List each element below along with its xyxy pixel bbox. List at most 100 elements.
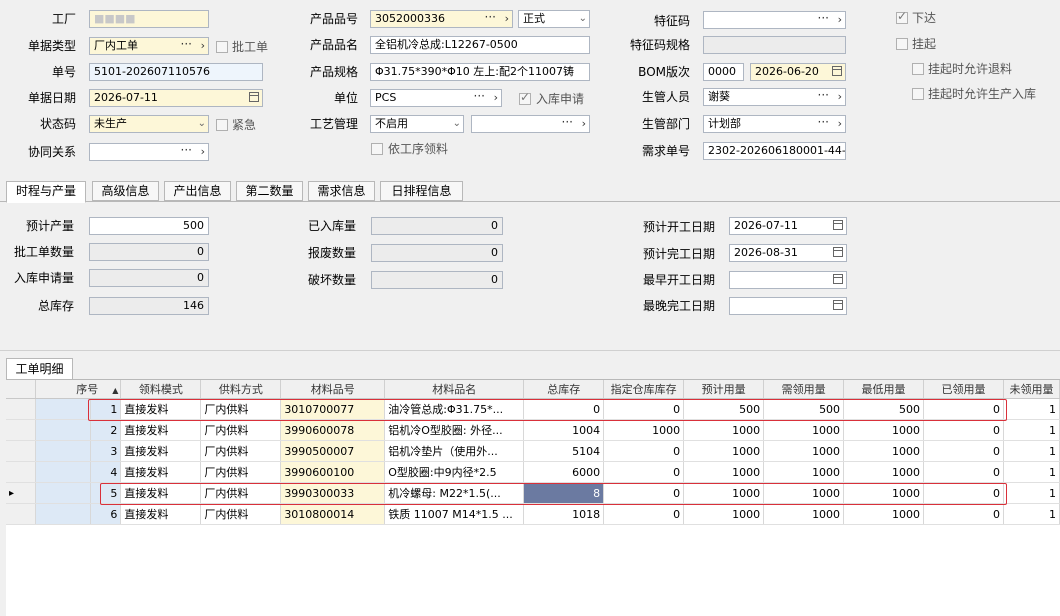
grid-cell[interactable]: 1: [1003, 419, 1060, 441]
calendar-icon[interactable]: [833, 220, 843, 230]
urgent-checkbox[interactable]: [216, 119, 228, 131]
bom-version-field[interactable]: 0000: [703, 63, 744, 81]
doc-no-field[interactable]: 5101-202607110576: [89, 63, 263, 81]
row-indicator[interactable]: [6, 503, 37, 525]
grid-cell[interactable]: 直接发料: [120, 440, 202, 462]
grid-cell[interactable]: 1000: [683, 419, 765, 441]
bom-date-field[interactable]: 2026-06-20: [750, 63, 846, 81]
grid-cell[interactable]: 直接发料: [120, 461, 202, 483]
grid-cell[interactable]: 3990600100: [280, 461, 386, 483]
process-select[interactable]: 不启用 ⌄: [370, 115, 464, 133]
factory-field[interactable]: ■■■■: [89, 10, 209, 28]
grid-cell[interactable]: 铝机冷垫片（使用外...: [384, 440, 525, 462]
suspend-inbound-checkbox[interactable]: [912, 88, 924, 100]
grid-cell[interactable]: 1000: [603, 419, 685, 441]
more-icon[interactable]: ···: [474, 90, 485, 104]
more-icon[interactable]: ···: [181, 144, 192, 158]
grid-cell[interactable]: 厂内供料: [200, 503, 282, 525]
tab-timing[interactable]: 时程与产量: [6, 181, 86, 203]
col-header-pick-mode[interactable]: 领料模式: [120, 380, 202, 399]
earliest-start-field[interactable]: [729, 271, 847, 289]
doc-type-field[interactable]: 厂内工单 ··· ›: [89, 37, 209, 55]
product-no-field[interactable]: 3052000336 ··· ›: [370, 10, 513, 28]
tab-output[interactable]: 产出信息: [164, 181, 231, 201]
product-name-field[interactable]: 全铝机冷总成:L12267-0500: [370, 36, 590, 54]
row-indicator[interactable]: [6, 461, 37, 483]
grid-cell[interactable]: 1: [1003, 503, 1060, 525]
grid-cell[interactable]: 1: [1003, 461, 1060, 483]
grid-cell[interactable]: 1000: [843, 503, 925, 525]
grid-cell[interactable]: 4: [90, 461, 122, 483]
row-indicator[interactable]: [6, 440, 37, 462]
col-header-planned[interactable]: 预计用量: [683, 380, 765, 399]
grid-cell[interactable]: O型胶圈:中9内径*2.5: [384, 461, 525, 483]
grid-cell[interactable]: 1000: [763, 419, 845, 441]
grid-cell[interactable]: 0: [923, 461, 1004, 483]
grid-cell[interactable]: 1: [1003, 440, 1060, 462]
grid-cell[interactable]: 0: [923, 503, 1004, 525]
plan-start-field[interactable]: 2026-07-11: [729, 217, 847, 235]
latest-end-field[interactable]: [729, 297, 847, 315]
doc-date-field[interactable]: 2026-07-11: [89, 89, 263, 107]
grid-cell[interactable]: 厂内供料: [200, 461, 282, 483]
plan-end-field[interactable]: 2026-08-31: [729, 244, 847, 262]
grid-cell[interactable]: 1004: [523, 419, 605, 441]
grid-cell[interactable]: 0: [923, 440, 1004, 462]
row-indicator[interactable]: [6, 419, 37, 441]
grid-cell[interactable]: 1000: [683, 440, 765, 462]
unit-field[interactable]: PCS ··· ›: [370, 89, 502, 107]
tab-second-qty[interactable]: 第二数量: [236, 181, 303, 201]
col-header-supply[interactable]: 供料方式: [200, 380, 282, 399]
more-icon[interactable]: ···: [818, 89, 829, 103]
feature-code-field[interactable]: ··· ›: [703, 11, 846, 29]
grid-cell[interactable]: 3010800014: [280, 503, 386, 525]
calendar-icon[interactable]: [832, 66, 842, 76]
chevron-right-icon[interactable]: ›: [201, 38, 205, 54]
more-icon[interactable]: ···: [818, 12, 829, 26]
process-route-field[interactable]: ··· ›: [471, 115, 590, 133]
grid-cell[interactable]: 1: [1003, 398, 1060, 420]
grid-cell[interactable]: 1000: [683, 503, 765, 525]
dept-field[interactable]: 计划部 ··· ›: [703, 115, 846, 133]
grid-cell[interactable]: 2: [90, 419, 122, 441]
col-header-mat-no[interactable]: 材料品号: [280, 380, 386, 399]
grid-cell[interactable]: 1018: [523, 503, 605, 525]
col-header-unissued[interactable]: 未领用量: [1003, 380, 1060, 399]
grid-cell[interactable]: 6000: [523, 461, 605, 483]
grid-cell[interactable]: 5104: [523, 440, 605, 462]
chevron-right-icon[interactable]: ›: [201, 144, 205, 160]
row-indicator[interactable]: [6, 398, 37, 420]
grid-cell[interactable]: 3: [90, 440, 122, 462]
grid-cell[interactable]: 1000: [843, 419, 925, 441]
suspend-checkbox[interactable]: [896, 38, 908, 50]
manager-field[interactable]: 谢葵 ··· ›: [703, 88, 846, 106]
tab-detail[interactable]: 工单明细: [6, 358, 73, 380]
calendar-icon[interactable]: [833, 274, 843, 284]
col-header-mat-name[interactable]: 材料品名: [384, 380, 525, 399]
col-header-required[interactable]: 需领用量: [763, 380, 845, 399]
product-spec-field[interactable]: Φ31.75*390*Φ10 左上:配2个11007铸: [370, 63, 590, 81]
table-row[interactable]: 4 直接发料 厂内供料 3990600100 O型胶圈:中9内径*2.5 6000 0 100…: [6, 461, 1060, 483]
chevron-right-icon[interactable]: ›: [838, 89, 842, 105]
inbound-request-checkbox[interactable]: [519, 90, 531, 105]
suspend-return-checkbox[interactable]: [912, 63, 924, 75]
planned-qty-field[interactable]: 500: [89, 217, 209, 235]
batch-checkbox[interactable]: [216, 41, 228, 53]
calendar-icon[interactable]: [249, 92, 259, 102]
grid-cell[interactable]: 1000: [843, 440, 925, 462]
sort-asc-icon[interactable]: ▲: [112, 386, 118, 395]
grid-cell[interactable]: 直接发料: [120, 503, 202, 525]
chevron-right-icon[interactable]: ›: [838, 12, 842, 28]
chevron-right-icon[interactable]: ›: [582, 116, 586, 132]
grid-cell[interactable]: 3990600078: [280, 419, 386, 441]
status-select[interactable]: 未生产 ⌄: [89, 115, 209, 133]
chevron-right-icon[interactable]: ›: [838, 116, 842, 132]
grid-cell[interactable]: 厂内供料: [200, 440, 282, 462]
grid-cell[interactable]: 0: [603, 503, 685, 525]
table-row[interactable]: 2 直接发料 厂内供料 3990600078 铝机冷O型胶圈: 外径... 1004 100…: [6, 419, 1060, 441]
col-header-min[interactable]: 最低用量: [843, 380, 925, 399]
tab-demand[interactable]: 需求信息: [308, 181, 375, 201]
more-icon[interactable]: ···: [485, 11, 496, 25]
relation-field[interactable]: ··· ›: [89, 143, 209, 161]
calendar-icon[interactable]: [833, 247, 843, 257]
